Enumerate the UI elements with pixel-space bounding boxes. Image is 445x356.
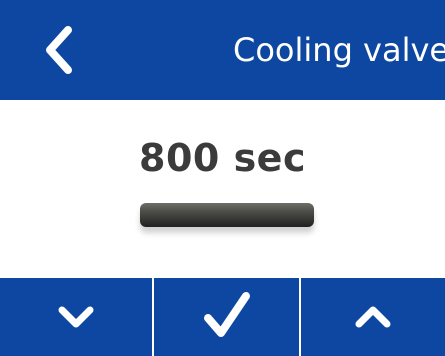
value-display: 800 sec: [139, 136, 306, 180]
value-panel: 800 sec: [0, 100, 445, 278]
confirm-button[interactable]: [154, 278, 299, 356]
footer-divider-left: [152, 278, 154, 356]
checkmark-icon: [203, 292, 250, 337]
cooling-valve-screen: Cooling valve 800 sec: [0, 0, 445, 356]
page-title-text: Cooling valve: [233, 31, 445, 69]
chevron-left-icon: [46, 26, 72, 74]
back-button[interactable]: [30, 18, 94, 82]
page-title: Cooling valve: [120, 0, 445, 100]
chevron-up-icon: [355, 306, 391, 328]
footer-divider-right: [299, 278, 301, 356]
increase-button[interactable]: [301, 278, 445, 356]
footer-controls: [0, 278, 445, 356]
decrease-button[interactable]: [0, 278, 152, 356]
header-bar: Cooling valve: [0, 0, 445, 100]
chevron-down-icon: [58, 306, 94, 328]
value-progress-bar: [140, 203, 314, 227]
